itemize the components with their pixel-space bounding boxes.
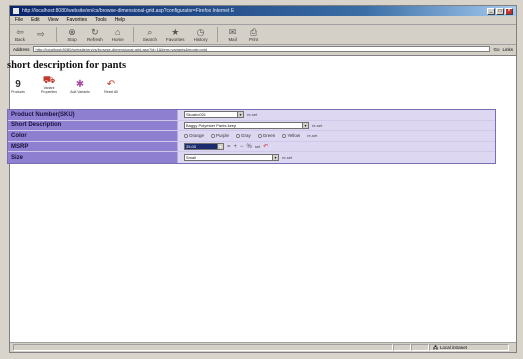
- variant-properties-icon: ⛟: [42, 75, 56, 86]
- stop-icon: ⊗: [68, 26, 76, 37]
- page-title: short description for pants: [7, 60, 127, 71]
- back-arrow-icon: ⇦: [16, 26, 24, 37]
- minus-icon[interactable]: −: [240, 144, 244, 150]
- msrp-set-button[interactable]: set: [255, 144, 260, 149]
- reset-icon: ↶: [106, 79, 116, 90]
- variant-grid: Product Number(SKU) Skuabc001 ▾ re-set S…: [7, 109, 496, 164]
- percent-icon[interactable]: %: [247, 144, 252, 150]
- forward-button[interactable]: ⇨: [35, 29, 47, 40]
- maximize-button[interactable]: □: [496, 7, 504, 15]
- chevron-down-icon: ▾: [237, 112, 243, 118]
- chevron-down-icon: ▾: [272, 155, 278, 161]
- menu-tools[interactable]: Tools: [95, 17, 107, 23]
- chevron-down-icon: ▾: [217, 144, 223, 150]
- msrp-label: MSRP: [8, 141, 178, 152]
- toolbar-divider: [216, 27, 218, 42]
- address-label: Address: [13, 46, 30, 52]
- add-variants-icon: ✱: [75, 79, 85, 90]
- browser-window: http://localhost:8080/website/en/cs/brow…: [9, 5, 517, 353]
- minimize-button[interactable]: _: [487, 7, 495, 15]
- variant-properties-link[interactable]: ⛟ Variant Properties: [38, 75, 60, 94]
- equals-icon[interactable]: =: [227, 144, 231, 150]
- print-icon: ⎙: [249, 26, 258, 37]
- menu-file[interactable]: File: [15, 17, 23, 23]
- menu-view[interactable]: View: [48, 17, 59, 23]
- menu-bar: File Edit View Favorites Tools Help: [10, 16, 516, 25]
- grid-row-sku: Product Number(SKU) Skuabc001 ▾ re-set: [8, 110, 495, 121]
- toolbar: ⇦ Back ⇨ ⊗ Stop ↻ Refresh ⌂ Home ⌕ Search ★ Fa…: [10, 25, 516, 45]
- forward-arrow-icon: ⇨: [37, 29, 45, 39]
- chevron-down-icon: ▾: [302, 122, 308, 128]
- refresh-icon: ↻: [91, 26, 99, 37]
- menu-favorites[interactable]: Favorites: [66, 17, 87, 23]
- products-link[interactable]: 9 Products: [7, 79, 29, 94]
- ie-icon: [13, 8, 19, 14]
- radio-icon: [184, 133, 188, 138]
- color-radio-orange[interactable]: Orange: [184, 133, 204, 138]
- intranet-icon: 🖧: [433, 344, 439, 350]
- radio-icon: [211, 133, 216, 138]
- status-segment: [393, 344, 411, 351]
- favorites-button[interactable]: ★ Favorites: [166, 26, 185, 43]
- search-button[interactable]: ⌕ Search: [143, 26, 157, 43]
- grid-row-color: Color Orange Purple Gray Green Yellow re…: [8, 131, 495, 142]
- reset-all-link[interactable]: ↶ Reset All: [100, 79, 122, 94]
- go-button[interactable]: Go: [493, 47, 499, 52]
- menu-help[interactable]: Help: [115, 17, 125, 23]
- links-button[interactable]: Links: [502, 47, 513, 52]
- page-content: [10, 55, 516, 342]
- refresh-button[interactable]: ↻ Refresh: [87, 26, 103, 43]
- grid-row-short-description: Short Description Baggy Polyester Pants …: [8, 120, 495, 132]
- menu-edit[interactable]: Edit: [31, 17, 40, 23]
- short-description-label: Short Description: [8, 120, 178, 131]
- history-button[interactable]: ◷ History: [194, 26, 208, 43]
- radio-icon: [282, 133, 287, 138]
- status-segment: [411, 344, 429, 351]
- color-reset-button[interactable]: re-set: [307, 133, 317, 138]
- address-bar: Address http://localhost:8080/website/en…: [10, 45, 516, 53]
- toolbar-divider: [132, 27, 134, 42]
- title-bar: http://localhost:8080/website/en/cs/brow…: [10, 6, 516, 16]
- undo-icon[interactable]: ↶: [263, 143, 268, 150]
- msrp-select[interactable]: 35.00 ▾: [184, 143, 224, 151]
- address-input[interactable]: http://localhost:8080/website/en/cs/brow…: [32, 46, 491, 52]
- short-description-reset-button[interactable]: re-set: [312, 123, 322, 128]
- mail-icon: ✉: [228, 26, 237, 37]
- window-title: http://localhost:8080/website/en/cs/brow…: [22, 8, 235, 14]
- color-label: Color: [8, 131, 178, 141]
- color-radio-green[interactable]: Green: [257, 133, 275, 138]
- grid-row-size: Size Small ▾ re-set: [8, 152, 495, 163]
- color-radio-purple[interactable]: Purple: [211, 133, 229, 138]
- action-icons: 9 Products ⛟ Variant Properties ✱ Add Va…: [7, 75, 122, 94]
- plus-icon[interactable]: +: [234, 144, 238, 150]
- sku-label: Product Number(SKU): [8, 110, 178, 120]
- color-radio-gray[interactable]: Gray: [236, 133, 251, 138]
- sku-reset-button[interactable]: re-set: [247, 112, 257, 117]
- status-text: [13, 344, 393, 351]
- color-radio-yellow[interactable]: Yellow: [282, 133, 300, 138]
- toolbar-divider: [56, 27, 57, 42]
- print-button[interactable]: ⎙ Print: [248, 26, 260, 43]
- status-bar: 🖧 Local intranet: [10, 342, 516, 352]
- close-button[interactable]: ×: [505, 7, 513, 15]
- favorites-icon: ★: [171, 26, 180, 37]
- size-reset-button[interactable]: re-set: [282, 155, 292, 160]
- mail-button[interactable]: ✉ Mail: [227, 26, 239, 43]
- search-icon: ⌕: [147, 26, 153, 37]
- security-zone: 🖧 Local intranet: [429, 344, 509, 351]
- sku-select[interactable]: Skuabc001 ▾: [184, 111, 244, 119]
- grid-row-msrp: MSRP 35.00 ▾ = + − % set ↶: [8, 141, 495, 153]
- radio-icon: [236, 133, 241, 138]
- size-label: Size: [8, 152, 178, 163]
- history-icon: ◷: [196, 26, 205, 37]
- home-button[interactable]: ⌂ Home: [112, 27, 124, 42]
- home-icon: ⌂: [115, 27, 121, 37]
- radio-icon: [257, 133, 262, 138]
- short-description-select[interactable]: Baggy Polyester Pants keep ▾: [184, 121, 309, 129]
- back-button[interactable]: ⇦ Back: [14, 26, 26, 43]
- products-icon: 9: [15, 79, 21, 90]
- add-variants-link[interactable]: ✱ Add Variants: [69, 79, 91, 94]
- stop-button[interactable]: ⊗ Stop: [66, 26, 78, 43]
- size-select[interactable]: Small ▾: [184, 154, 279, 162]
